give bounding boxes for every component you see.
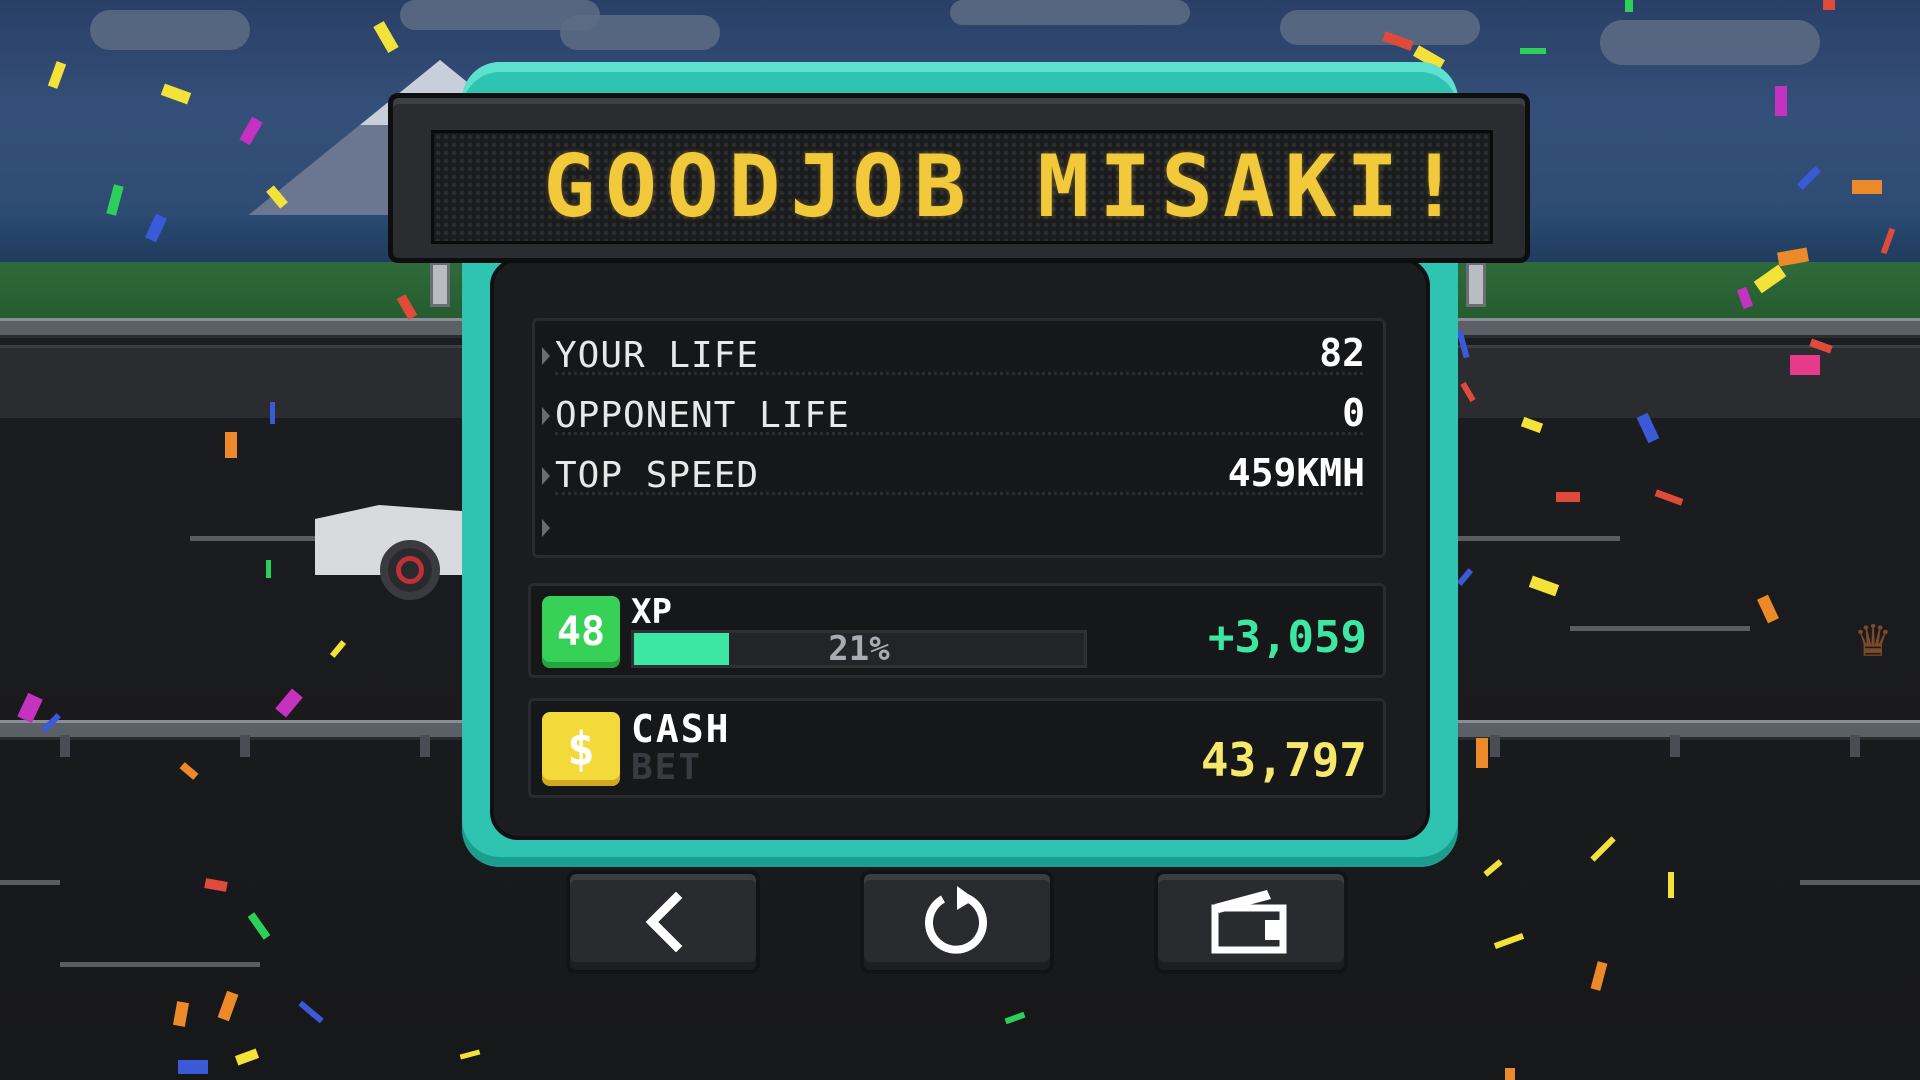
row-arrow-icon — [542, 347, 550, 365]
cloud — [1600, 20, 1820, 65]
rail-post — [1490, 735, 1500, 757]
stat-label: TOP SPEED — [555, 455, 760, 496]
race-car — [300, 485, 475, 605]
confetti — [225, 432, 237, 458]
restart-icon — [925, 886, 987, 954]
rail-post — [240, 735, 250, 757]
confetti — [178, 1060, 208, 1074]
row-arrow-icon — [542, 467, 550, 485]
confetti — [1625, 0, 1633, 12]
sign-post-right — [1466, 262, 1486, 307]
confetti — [1505, 1068, 1515, 1080]
xp-gain: +3,059 — [1208, 612, 1367, 663]
stat-row-opponent-life: OPPONENT LIFE 0 — [535, 387, 1383, 443]
restart-button[interactable] — [860, 870, 1054, 974]
cash-value: 43,797 — [1200, 733, 1367, 787]
cash-section: $ CASH BET 43,797 — [528, 698, 1386, 798]
cloud — [950, 0, 1190, 25]
confetti — [1823, 0, 1835, 10]
confetti — [1520, 48, 1546, 54]
row-arrow-icon — [542, 407, 550, 425]
back-button[interactable] — [566, 870, 760, 974]
bet-label: BET — [631, 747, 703, 788]
car-wheel — [380, 540, 440, 600]
stat-value: 82 — [1319, 331, 1365, 375]
lane-marking — [0, 880, 60, 885]
camera-icon — [1211, 890, 1287, 954]
cash-label: CASH — [631, 707, 731, 751]
row-arrow-icon — [542, 519, 550, 537]
back-arrow-icon — [645, 892, 683, 952]
led-sign: GOODJOB MISAKI! — [388, 93, 1530, 263]
xp-progress-bar: 21% — [631, 630, 1087, 668]
confetti — [1790, 355, 1820, 375]
xp-label: XP — [631, 592, 672, 632]
stat-row-top-speed: TOP SPEED 459KMH — [535, 447, 1383, 503]
lane-marking — [1570, 626, 1750, 631]
dollar-icon: $ — [542, 712, 620, 786]
confetti — [1852, 180, 1882, 194]
rail-post — [420, 735, 430, 757]
stat-row-empty — [535, 499, 1383, 555]
replay-camera-button[interactable] — [1154, 870, 1348, 974]
stat-value: 0 — [1342, 391, 1365, 435]
rail-post — [1850, 735, 1860, 757]
crown-icon: ♛ — [1856, 606, 1890, 669]
confetti — [1476, 738, 1488, 768]
cloud — [560, 15, 720, 50]
banner-text: GOODJOB MISAKI! — [543, 137, 1470, 237]
stat-row-your-life: YOUR LIFE 82 — [535, 327, 1383, 383]
sign-post-left — [430, 262, 450, 307]
stat-value: 459KMH — [1227, 451, 1365, 495]
rail-post — [1670, 735, 1680, 757]
led-display: GOODJOB MISAKI! — [431, 130, 1493, 244]
lane-marking — [1800, 880, 1920, 885]
rail-post — [60, 735, 70, 757]
row-divider — [555, 432, 1363, 435]
cloud — [90, 10, 250, 50]
race-stats: YOUR LIFE 82 OPPONENT LIFE 0 TOP SPEED 4… — [532, 318, 1386, 558]
confetti — [266, 560, 271, 578]
lane-marking — [1450, 536, 1620, 541]
confetti — [270, 402, 275, 424]
stat-label: OPPONENT LIFE — [555, 395, 850, 436]
confetti — [1775, 86, 1787, 116]
confetti — [1668, 872, 1674, 898]
confetti — [1556, 492, 1580, 502]
row-divider — [555, 372, 1363, 375]
lane-marking — [60, 962, 260, 967]
stat-label: YOUR LIFE — [555, 335, 760, 376]
xp-section: 48 XP 21% +3,059 — [528, 583, 1386, 678]
level-badge: 48 — [542, 596, 620, 668]
cloud — [1280, 10, 1480, 45]
xp-progress-text: 21% — [828, 629, 890, 669]
